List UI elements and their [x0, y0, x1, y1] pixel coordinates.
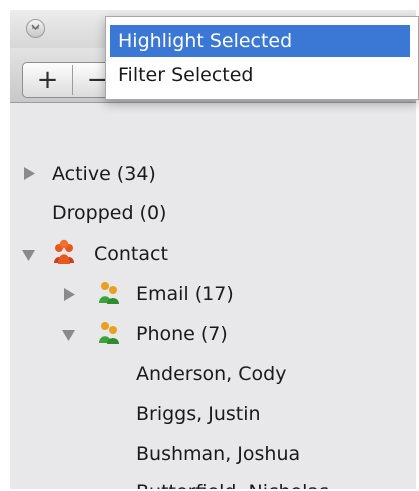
tree-item-contact[interactable]: Contact [94, 239, 168, 269]
email-group-icon [99, 282, 119, 304]
menu-item-filter-selected[interactable]: Filter Selected [110, 59, 410, 91]
disclosure-expanded-icon[interactable] [62, 330, 75, 341]
filter-mode-menu: Highlight Selected Filter Selected [105, 16, 419, 100]
menu-item-highlight-selected[interactable]: Highlight Selected [110, 25, 410, 57]
tree-item-person[interactable]: Anderson, Cody [136, 359, 286, 389]
disclosure-collapsed-icon[interactable] [24, 167, 35, 180]
tree-item-person[interactable]: Butterfield, Nicholas [136, 477, 329, 489]
contact-group-icon [54, 239, 74, 264]
disclosure-expanded-icon[interactable] [22, 250, 35, 261]
tree-item-active[interactable]: Active (34) [52, 159, 156, 189]
disclosure-collapsed-icon[interactable] [64, 288, 75, 301]
tree-item-phone[interactable]: Phone (7) [136, 319, 228, 349]
tree-item-email[interactable]: Email (17) [136, 279, 234, 309]
tree-item-dropped[interactable]: Dropped (0) [52, 198, 166, 228]
tree-item-person[interactable]: Briggs, Justin [136, 399, 261, 429]
phone-group-icon [99, 322, 119, 344]
tree-item-person[interactable]: Bushman, Joshua [136, 439, 300, 469]
